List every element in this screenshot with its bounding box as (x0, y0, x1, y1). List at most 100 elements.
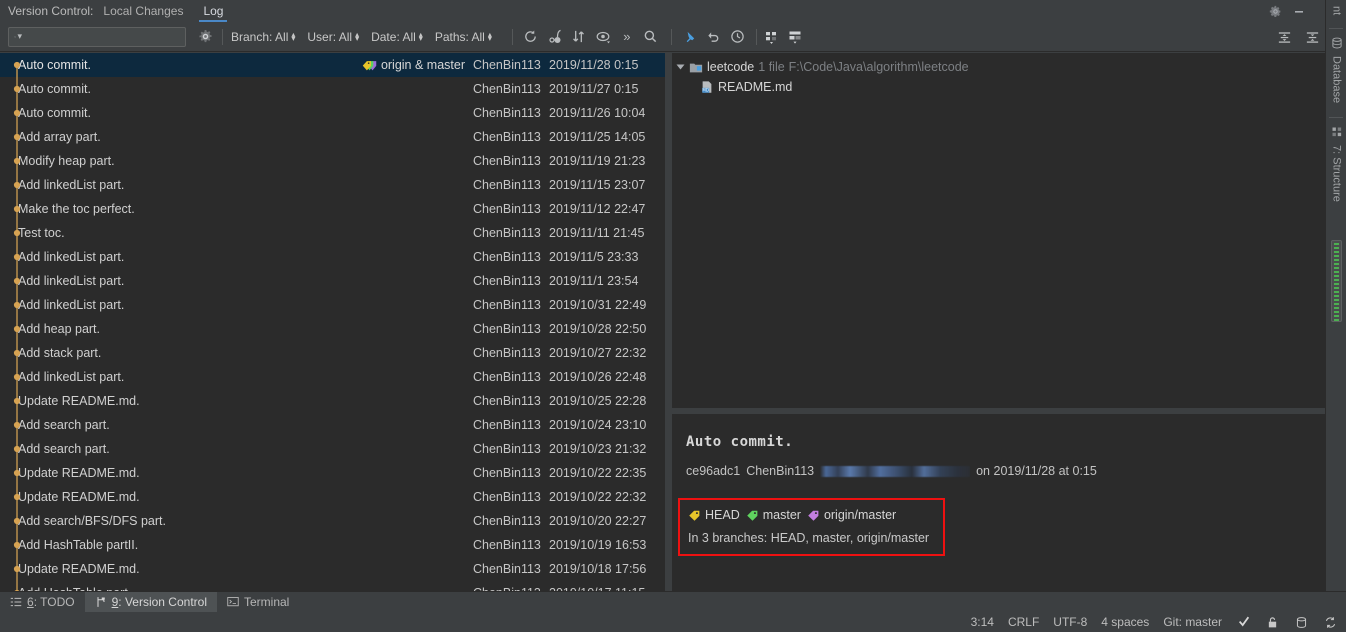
commit-author: ChenBin113 (473, 202, 541, 216)
commit-subject: Add search part. (18, 418, 110, 432)
bottom-tab-terminal[interactable]: Terminal (217, 592, 299, 613)
file-encoding[interactable]: UTF-8 (1053, 615, 1087, 629)
commit-row[interactable]: Add linkedList part. ChenBin113 2019/11/1 … (0, 269, 665, 293)
tab-log[interactable]: Log (193, 0, 233, 22)
commit-author: ChenBin113 (473, 394, 541, 408)
commit-row[interactable]: Update README.md. ChenBin113 2019/10/22 22… (0, 485, 665, 509)
branch-refs-highlight-box: HEAD master origin/master In 3 branches:… (678, 498, 945, 556)
ref-chip-master[interactable]: master (746, 508, 801, 522)
ref-chip-origin-master[interactable]: origin/master (807, 508, 896, 522)
commit-row[interactable]: Add HashTable partII. ChenBin113 2019/10/1… (0, 533, 665, 557)
commit-row[interactable]: Add linkedList part. ChenBin113 2019/11/5 … (0, 245, 665, 269)
strip-item-ant[interactable]: nt (1326, 0, 1346, 26)
commit-row[interactable]: Add linkedList part. ChenBin113 2019/10/31… (0, 293, 665, 317)
commit-row[interactable]: Add stack part. ChenBin113 2019/10/27 22:3… (0, 341, 665, 365)
commit-meta: ChenBin113 2019/10/26 22:48 (473, 365, 665, 389)
commit-row[interactable]: Add linkedList part. ChenBin113 2019/11/15… (0, 173, 665, 197)
find-button[interactable] (641, 27, 661, 47)
commit-subject: Add search/BFS/DFS part. (18, 514, 166, 528)
refresh-button[interactable] (521, 27, 541, 47)
commit-list[interactable]: Auto commit. origin & master ChenBin113 201… (0, 53, 665, 591)
commit-author: ChenBin113 (473, 250, 541, 264)
commit-subject: Make the toc perfect. (18, 202, 135, 216)
intellisort-button[interactable] (569, 27, 589, 47)
commit-row[interactable]: Auto commit. ChenBin113 2019/11/27 0:15 (0, 77, 665, 101)
commit-meta: ChenBin113 2019/11/12 22:47 (473, 197, 665, 221)
go-to-hash-button[interactable] (680, 27, 700, 47)
more-actions-button[interactable]: » (617, 27, 637, 47)
commit-meta: ChenBin113 2019/10/23 21:32 (473, 437, 665, 461)
tab-local-changes[interactable]: Local Changes (93, 0, 193, 22)
strip-item-structure[interactable]: 7: Structure (1326, 120, 1346, 214)
filter-date[interactable]: Date: All ▴ ▾ (371, 30, 423, 44)
commit-row[interactable]: Add heap part. ChenBin113 2019/10/28 22:50 (0, 317, 665, 341)
minimize-button[interactable] (1288, 0, 1310, 22)
commit-row[interactable]: Auto commit. ChenBin113 2019/11/26 10:04 (0, 101, 665, 125)
ref-chip-head[interactable]: HEAD (688, 508, 740, 522)
commit-subject: Update README.md. (18, 466, 140, 480)
filter-branch[interactable]: Branch: All ▴ ▾ (231, 30, 295, 44)
search-field[interactable] (25, 29, 180, 44)
filter-user[interactable]: User: All ▴ ▾ (307, 30, 359, 44)
show-details-button[interactable] (593, 27, 613, 47)
commit-row[interactable]: Test toc. ChenBin113 2019/11/11 21:45 (0, 221, 665, 245)
commit-row[interactable]: Add array part. ChenBin113 2019/11/25 14:0… (0, 125, 665, 149)
group-by-button[interactable] (761, 27, 781, 47)
collapse-all-button[interactable] (1302, 27, 1322, 47)
checkmark-icon[interactable] (1236, 615, 1251, 630)
commit-date: 2019/11/11 21:45 (549, 226, 645, 240)
commit-date: 2019/11/1 23:54 (549, 274, 639, 288)
commit-row[interactable]: Modify heap part. ChenBin113 2019/11/19 21… (0, 149, 665, 173)
commit-author: ChenBin113 (473, 346, 541, 360)
ref-label-head: HEAD (705, 508, 740, 522)
filter-date-label: Date: All (371, 29, 416, 44)
commit-graph-node (13, 533, 21, 557)
strip-item-database[interactable]: Database (1326, 31, 1346, 115)
collapse-all-icon (1306, 31, 1318, 43)
tree-file-row[interactable]: MD README.md (672, 77, 1332, 97)
settings-gear-button[interactable] (1264, 0, 1286, 22)
highlight-button[interactable] (545, 27, 565, 47)
commit-row[interactable]: Add search part. ChenBin113 2019/10/24 23:… (0, 413, 665, 437)
commit-author: ChenBin113 (473, 298, 541, 312)
database-icon[interactable] (1294, 615, 1309, 630)
commit-meta: ChenBin113 2019/11/15 23:07 (473, 173, 665, 197)
tag-icon (689, 510, 700, 521)
undo-icon (708, 32, 719, 42)
bottom-tab-version-control[interactable]: 9: Version Control (84, 591, 217, 613)
commit-row[interactable]: Update README.md. ChenBin113 2019/10/18 17… (0, 557, 665, 581)
lock-icon[interactable] (1265, 615, 1280, 630)
commit-row[interactable]: Add linkedList part. ChenBin113 2019/10/26… (0, 365, 665, 389)
commit-row[interactable]: Add HashTable part.ChenBin1132019/10/17 … (0, 581, 665, 591)
commit-graph-node (13, 221, 21, 245)
log-settings-button[interactable] (196, 28, 214, 46)
preview-layout-button[interactable] (785, 27, 805, 47)
commit-row[interactable]: Auto commit. origin & master ChenBin113 201… (0, 53, 665, 77)
line-separator[interactable]: CRLF (1008, 615, 1039, 629)
commit-row[interactable]: Add search/BFS/DFS part. ChenBin113 2019/1… (0, 509, 665, 533)
commit-subject: Modify heap part. (18, 154, 115, 168)
commit-row[interactable]: Add search part. ChenBin113 2019/10/23 21:… (0, 437, 665, 461)
tree-root-row[interactable]: leetcode 1 file F:\Code\Java\algorithm\l… (672, 57, 1332, 77)
commit-row[interactable]: Update README.md. ChenBin113 2019/10/25 22… (0, 389, 665, 413)
commit-row[interactable]: Make the toc perfect. ChenBin113 2019/11/1… (0, 197, 665, 221)
revert-button[interactable] (704, 27, 724, 47)
commit-subject: Update README.md. (18, 562, 140, 576)
chevron-down-icon[interactable] (676, 64, 685, 70)
commit-ref-chip[interactable]: origin & master (362, 58, 465, 72)
caret-position[interactable]: 3:14 (971, 615, 994, 629)
search-input[interactable]: ▾ (8, 26, 186, 47)
commit-details-panel[interactable]: Auto commit. ce96adc1 ChenBin113 on 2019… (672, 414, 1332, 591)
git-branch-status[interactable]: Git: master (1163, 615, 1222, 629)
filter-paths[interactable]: Paths: All ▴ ▾ (435, 30, 492, 44)
vertical-splitter[interactable] (665, 53, 672, 591)
changed-files-tree[interactable]: leetcode 1 file F:\Code\Java\algorithm\l… (672, 53, 1332, 408)
history-button[interactable] (728, 27, 748, 47)
bottom-tab-todo[interactable]: 6: TODO (0, 592, 85, 613)
toolbar-right-actions (1274, 22, 1326, 52)
commit-row[interactable]: Update README.md. ChenBin113 2019/10/22 22… (0, 461, 665, 485)
sync-icon[interactable] (1323, 615, 1338, 630)
indent-setting[interactable]: 4 spaces (1101, 615, 1149, 629)
editor-gutter-scrollbar[interactable] (1331, 240, 1342, 322)
expand-all-button[interactable] (1274, 27, 1294, 47)
